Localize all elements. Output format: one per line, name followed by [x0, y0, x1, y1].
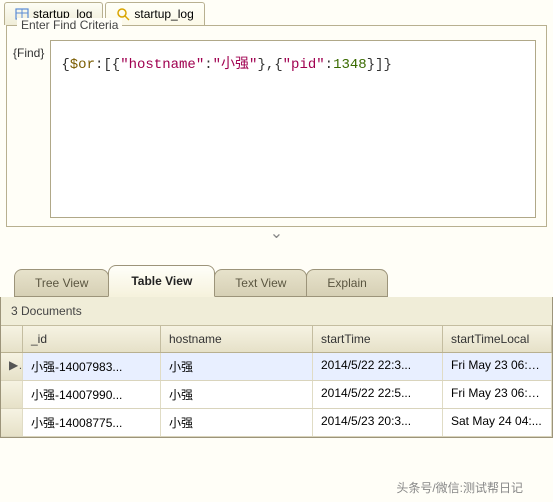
table-row[interactable]: 小强-14008775... 小强 2014/5/23 20:3... Sat … — [1, 409, 552, 437]
tab-tree-view[interactable]: Tree View — [14, 269, 109, 297]
cell-starttime: 2014/5/22 22:3... — [313, 353, 443, 380]
row-caret-icon: ▶ — [1, 353, 23, 380]
row-marker — [1, 409, 23, 436]
results-grid: _id hostname startTime startTimeLocal ▶ … — [1, 326, 552, 437]
col-starttimelocal[interactable]: startTimeLocal — [443, 326, 552, 352]
tab-text-view[interactable]: Text View — [214, 269, 307, 297]
cell-hostname: 小强 — [161, 353, 313, 380]
cell-id: 小强-14007983... — [23, 353, 161, 380]
tab-table-view[interactable]: Table View — [108, 265, 215, 297]
find-label: {Find} — [13, 40, 44, 60]
col-hostname[interactable]: hostname — [161, 326, 313, 352]
cell-starttime: 2014/5/23 20:3... — [313, 409, 443, 436]
cell-starttimelocal: Fri May 23 06:3... — [443, 353, 552, 380]
find-criteria-fieldset: Enter Find Criteria {Find} {$or:[{"hostn… — [6, 25, 547, 227]
cell-id: 小强-14007990... — [23, 381, 161, 408]
cell-starttimelocal: Sat May 24 04:... — [443, 409, 552, 436]
cell-hostname: 小强 — [161, 381, 313, 408]
fieldset-legend: Enter Find Criteria — [17, 18, 122, 32]
cell-id: 小强-14008775... — [23, 409, 161, 436]
watermark: 头条号/微信:测试帮日记 — [396, 479, 523, 496]
tab-label: startup_log — [134, 7, 193, 21]
view-tabs: Tree View Table View Text View Explain — [0, 243, 553, 297]
table-row[interactable]: ▶ 小强-14007983... 小强 2014/5/22 22:3... Fr… — [1, 353, 552, 381]
col-id[interactable]: _id — [23, 326, 161, 352]
document-count: 3 Documents — [1, 297, 552, 326]
query-input[interactable]: {$or:[{"hostname":"小强"},{"pid":1348}]} — [50, 40, 536, 218]
row-marker — [1, 381, 23, 408]
col-starttime[interactable]: startTime — [313, 326, 443, 352]
table-row[interactable]: 小强-14007990... 小强 2014/5/22 22:5... Fri … — [1, 381, 552, 409]
cell-starttimelocal: Fri May 23 06:5... — [443, 381, 552, 408]
grid-header: _id hostname startTime startTimeLocal — [1, 326, 552, 353]
results-panel: 3 Documents _id hostname startTime start… — [0, 297, 553, 438]
col-marker[interactable] — [1, 326, 23, 352]
cell-starttime: 2014/5/22 22:5... — [313, 381, 443, 408]
tab-explain[interactable]: Explain — [306, 269, 387, 297]
cell-hostname: 小强 — [161, 409, 313, 436]
